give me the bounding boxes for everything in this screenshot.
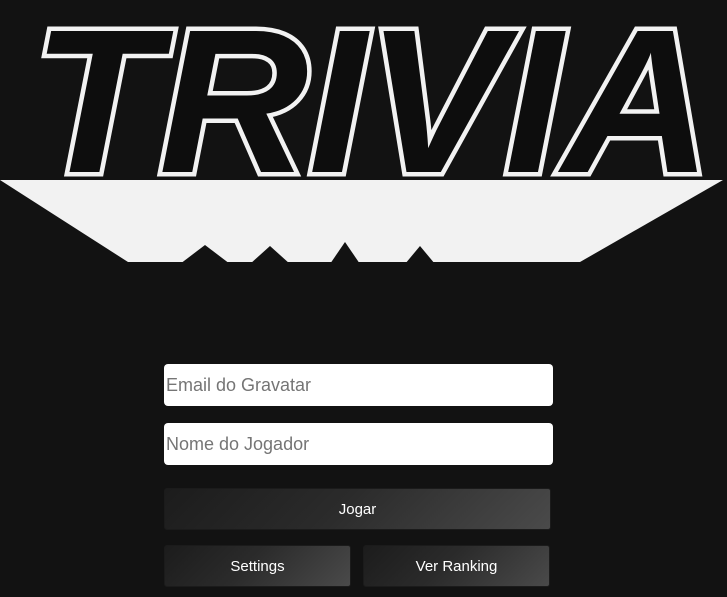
trivia-logo-graphic: TRIVIA — [0, 0, 723, 264]
settings-button[interactable]: Settings — [164, 545, 351, 587]
ranking-button[interactable]: Ver Ranking — [363, 545, 550, 587]
logo-text: TRIVIA — [32, 0, 712, 216]
email-field[interactable] — [164, 364, 553, 406]
login-form: Jogar Settings Ver Ranking — [164, 364, 553, 587]
play-button[interactable]: Jogar — [164, 488, 551, 530]
secondary-buttons: Settings Ver Ranking — [164, 545, 551, 587]
player-name-field[interactable] — [164, 423, 553, 465]
trivia-logo: TRIVIA — [0, 0, 727, 270]
login-screen: TRIVIA Jogar Settings Ver Ranking — [0, 0, 727, 597]
